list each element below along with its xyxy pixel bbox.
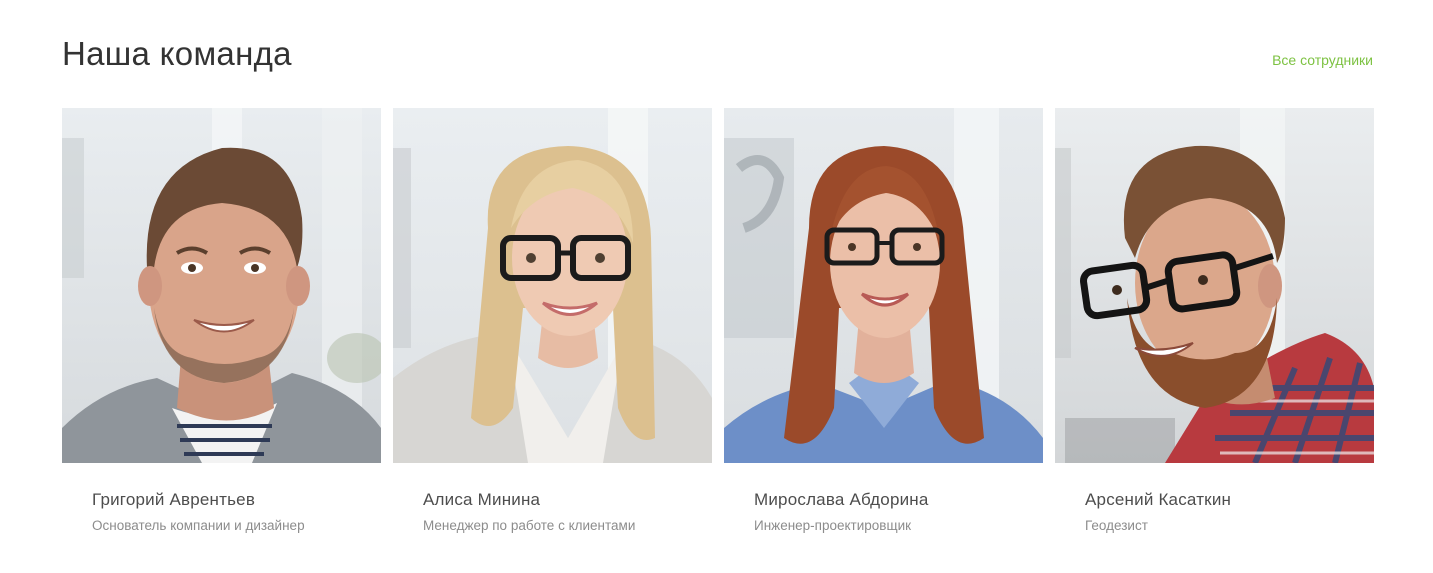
member-photo[interactable] bbox=[393, 108, 712, 463]
member-photo[interactable] bbox=[724, 108, 1043, 463]
member-role: Геодезист bbox=[1085, 518, 1148, 533]
member-name[interactable]: Григорий Аврентьев bbox=[92, 489, 381, 511]
team-member-card[interactable]: Мирослава Абдорина Инженер-проектировщик bbox=[724, 108, 1043, 535]
page-title: Наша команда bbox=[62, 35, 292, 72]
member-name[interactable]: Арсений Касаткин bbox=[1085, 489, 1374, 511]
all-employees-link[interactable]: Все сотрудники bbox=[1272, 51, 1373, 69]
member-photo[interactable] bbox=[62, 108, 381, 463]
member-role: Менеджер по работе с клиентами bbox=[423, 518, 636, 533]
team-member-card[interactable]: Алиса Минина Менеджер по работе с клиент… bbox=[393, 108, 712, 535]
team-member-card[interactable]: Арсений Касаткин Геодезист bbox=[1055, 108, 1374, 535]
member-role: Основатель компании и дизайнер bbox=[92, 518, 305, 533]
team-member-card[interactable]: Григорий Аврентьев Основатель компании и… bbox=[62, 108, 381, 535]
member-name[interactable]: Алиса Минина bbox=[423, 489, 712, 511]
member-photo[interactable] bbox=[1055, 108, 1374, 463]
team-grid: Григорий Аврентьев Основатель компании и… bbox=[62, 108, 1374, 535]
member-role: Инженер-проектировщик bbox=[754, 518, 912, 533]
member-name[interactable]: Мирослава Абдорина bbox=[754, 489, 1043, 511]
